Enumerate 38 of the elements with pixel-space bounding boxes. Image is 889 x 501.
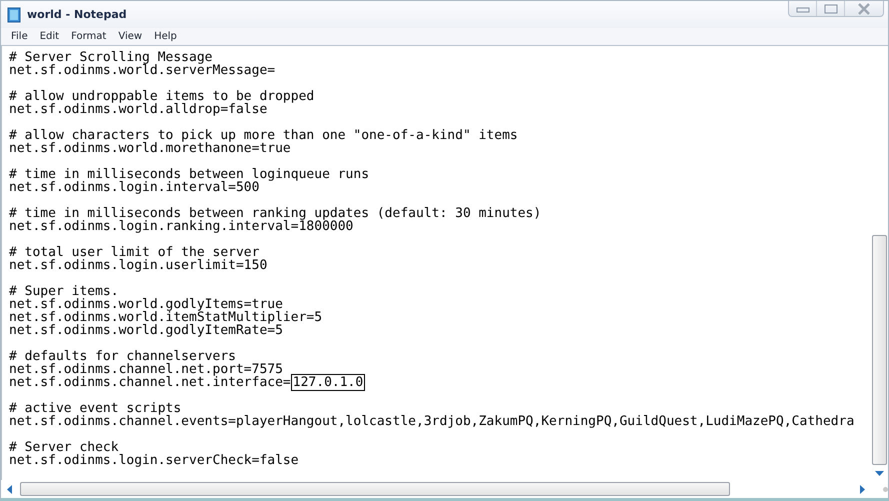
maximize-icon <box>824 4 838 14</box>
code-line: # time in milliseconds between loginqueue runs <box>9 167 370 182</box>
right-arrow-icon[interactable] <box>860 484 866 494</box>
code-line: net.sf.odinms.login.ranking.interval=1800000 <box>9 219 354 234</box>
code-line: net.sf.odinms.world.serverMessage= <box>9 63 276 78</box>
code-line: net.sf.odinms.world.morethanone=true <box>9 141 291 156</box>
menu-item[interactable]: Edit <box>40 31 60 42</box>
code-line: # active event scripts <box>9 401 182 416</box>
code-line: # Super items. <box>9 284 119 299</box>
code-line: net.sf.odinms.login.serverCheck=false <box>9 453 299 468</box>
code-line: # Server Scrolling Message <box>9 50 212 65</box>
code-line: net.sf.odinms.channel.net.interface= <box>9 375 291 390</box>
code-line: net.sf.odinms.channel.events=playerHangout,lolcastle,3rdjob,ZakumPQ,KerningPQ,GuildQuest,LudiMazePQ,Cathedra <box>9 414 854 429</box>
code-line: net.sf.odinms.world.godlyItemRate=5 <box>9 323 283 338</box>
code-line: # allow undroppable items to be dropped <box>9 89 314 104</box>
boxed-text: 127.0.1.0 <box>290 374 366 391</box>
code-line: net.sf.odinms.world.alldrop=false <box>9 102 268 117</box>
code-line: # time in milliseconds between ranking updates (default: 30 minutes) <box>9 206 542 221</box>
close-icon <box>857 2 871 14</box>
menu-item[interactable]: File <box>11 31 28 42</box>
code-line: net.sf.odinms.channel.net.port=7575 <box>9 362 283 377</box>
menu-item[interactable]: Format <box>71 31 106 42</box>
code-line: net.sf.odinms.world.itemStatMultiplier=5 <box>9 310 322 325</box>
code-line: net.sf.odinms.login.userlimit=150 <box>9 258 268 273</box>
notepad-icon <box>7 6 21 22</box>
code-line: # defaults for channelservers <box>9 349 236 364</box>
menu-item[interactable]: Help <box>154 31 177 42</box>
code-line: # allow characters to pick up more than one "one-of-a-kind" items <box>9 128 518 143</box>
down-arrow-icon[interactable] <box>874 471 884 476</box>
code-line: # total user limit of the server <box>9 245 260 260</box>
code-line: # Server check <box>9 440 119 455</box>
code-line: net.sf.odinms.world.godlyItems=true <box>9 297 283 312</box>
minimize-icon <box>796 4 810 12</box>
code-line: net.sf.odinms.login.interval=500 <box>9 180 260 195</box>
menu-item[interactable]: View <box>118 31 142 42</box>
left-arrow-icon[interactable] <box>7 484 12 494</box>
window-title: world - Notepad <box>27 8 127 21</box>
size-grip-icon[interactable] <box>883 486 888 492</box>
